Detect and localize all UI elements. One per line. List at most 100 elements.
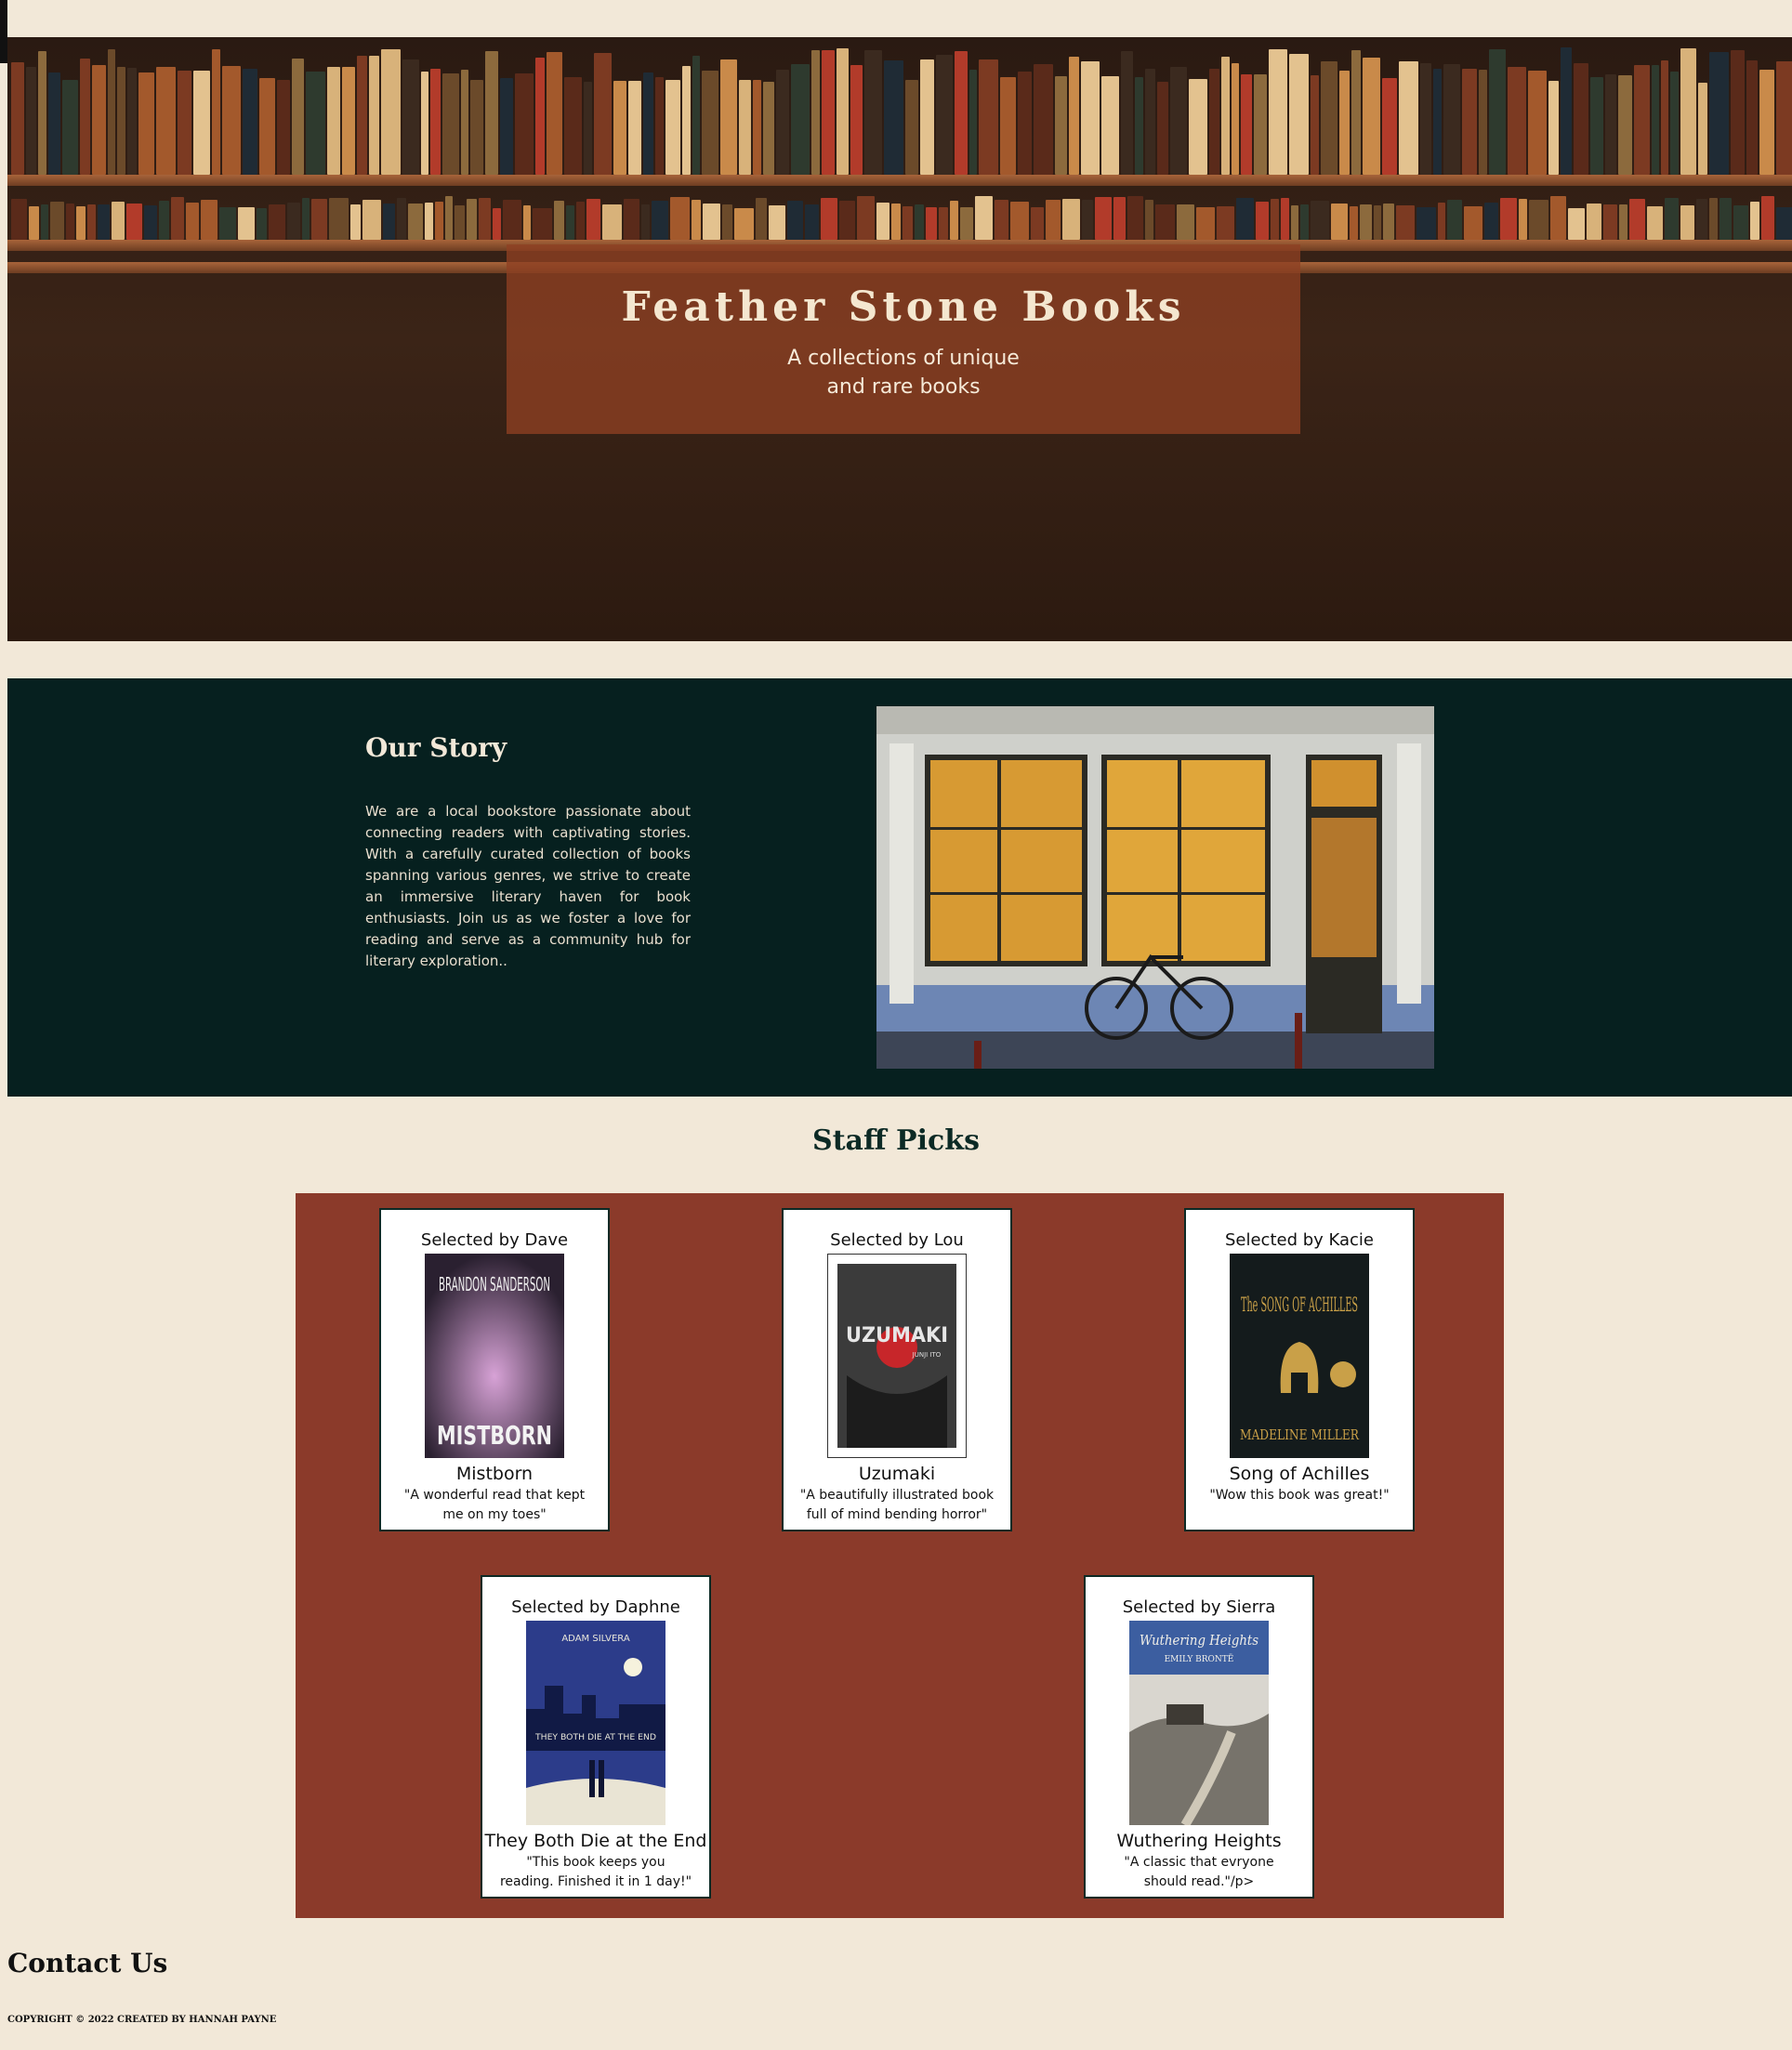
book-spine [11, 62, 24, 175]
book-spine [627, 81, 641, 175]
book-spine [192, 71, 210, 175]
book-spine [969, 70, 978, 175]
book-spine [1529, 200, 1549, 240]
book-spine [1420, 63, 1432, 175]
book-spine [920, 59, 935, 175]
book-spine [1135, 77, 1144, 175]
book-spine [349, 204, 361, 240]
book-spine [37, 51, 46, 175]
book-spine [640, 204, 650, 240]
book-spine [884, 60, 904, 175]
book-spine [1438, 203, 1446, 240]
book-spine [995, 200, 1009, 240]
pick-quote: "Wow this book was great!" [1209, 1488, 1390, 1503]
book-spine [1709, 52, 1729, 175]
book-spine [1155, 204, 1176, 240]
book-spine [424, 203, 433, 240]
book-spine [925, 207, 937, 240]
cover-title-text: Wuthering Heights [1140, 1632, 1258, 1649]
book-spine [1508, 67, 1527, 175]
book-spine [1749, 202, 1759, 240]
book-spine [460, 70, 468, 175]
book-spine [47, 72, 60, 175]
book-spine [1209, 69, 1220, 175]
book-spine [116, 67, 125, 175]
book-spine [669, 197, 690, 240]
book-spine [362, 200, 381, 240]
book-spine [1775, 61, 1792, 175]
book-spine [138, 72, 154, 175]
book-spine [1055, 76, 1068, 175]
book-spine [583, 82, 592, 175]
book-spine [111, 202, 125, 240]
book-spine [1479, 70, 1488, 175]
book-spine [1775, 207, 1792, 240]
book-spine [126, 68, 137, 175]
book-spine [838, 201, 855, 240]
book-spine [1374, 205, 1382, 240]
book-spine [1232, 63, 1240, 175]
pick-book-title: Song of Achilles [1229, 1464, 1370, 1484]
book-spine [681, 66, 691, 175]
book-spine [532, 208, 552, 240]
book-spine [356, 56, 367, 175]
book-spine [1062, 199, 1081, 240]
hero-title-panel: Feather Stone Books A collections of uni… [507, 244, 1300, 434]
book-spine [752, 80, 761, 175]
shelf-row [7, 46, 1792, 175]
book-spine [856, 196, 875, 240]
book-spine [1603, 204, 1618, 240]
book-spine [1350, 206, 1359, 240]
book-spine [702, 204, 720, 240]
book-spine [1189, 79, 1208, 175]
book-spine [91, 65, 106, 175]
book-spine [382, 204, 395, 240]
book-spine [1629, 199, 1646, 240]
book-spine [1081, 61, 1100, 175]
book-spine [522, 205, 531, 240]
cover-title-text: THEY BOTH DIE AT THE END [534, 1733, 656, 1742]
staff-picks-panel: Selected by Dave BRANDON SANDERSON MISTB… [296, 1193, 1504, 1918]
book-spine [1605, 74, 1617, 175]
site-tagline: A collections of unique and rare books [787, 347, 1020, 399]
book-spine [1462, 69, 1478, 175]
book-spine [1396, 205, 1416, 240]
book-spine [499, 78, 513, 175]
cover-author-text: EMILY BRONTË [1165, 1653, 1234, 1664]
book-spine [291, 59, 304, 175]
book-spine [1665, 198, 1680, 240]
shelf-plank [7, 175, 1792, 186]
book-spine [565, 205, 574, 240]
book-spine [586, 199, 600, 240]
book-spine [218, 207, 236, 240]
pick-book-title: They Both Die at the End [484, 1831, 707, 1851]
book-spine [1241, 74, 1253, 175]
book-spine [1018, 72, 1033, 175]
our-story-text: We are a local bookstore passionate abou… [365, 803, 691, 969]
book-spine [786, 201, 803, 240]
book-spine [979, 59, 999, 175]
book-spine [484, 51, 498, 175]
our-story-section: Our Story We are a local bookstore passi… [7, 678, 1792, 1097]
book-spine [1236, 198, 1255, 240]
book-spine [1339, 71, 1351, 175]
book-spine [402, 59, 419, 175]
page-corner-mark [0, 0, 7, 63]
book-spine [820, 198, 837, 240]
pick-selector: Selected by Kacie [1224, 1230, 1375, 1250]
book-spine [11, 199, 27, 240]
shelf-row [7, 195, 1792, 240]
book-spine [286, 203, 300, 240]
book-spine [1127, 196, 1144, 240]
book-spine [1000, 77, 1017, 175]
pick-quote: "A classic that evryone should read."/p> [1124, 1855, 1274, 1889]
book-spine [701, 71, 718, 175]
book-spine [1046, 200, 1061, 240]
book-spine [1590, 77, 1604, 175]
book-spine [775, 70, 789, 175]
book-spine [1145, 200, 1154, 240]
book-spine [1568, 208, 1586, 240]
book-spine [1574, 63, 1589, 175]
cover-title-text: The SONG OF ACHILLES [1241, 1294, 1358, 1316]
pick-quote: "A beautifully illustrated book full of … [799, 1488, 995, 1522]
